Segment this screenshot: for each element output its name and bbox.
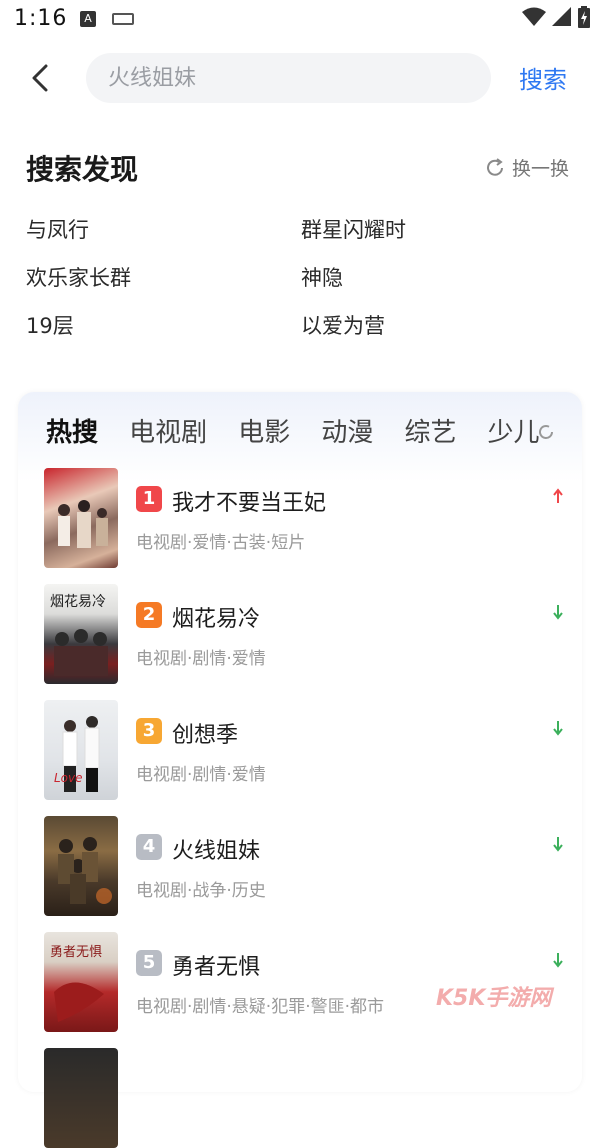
trend-down-icon	[553, 837, 563, 852]
loading-icon	[539, 425, 553, 439]
show-tags: 电视剧·爱情·古装·短片	[136, 533, 306, 553]
poster-image	[44, 816, 118, 916]
hot-list-item[interactable]: 1 我才不要当王妃 电视剧·爱情·古装·短片	[44, 468, 564, 568]
rank-badge: 3	[136, 718, 162, 744]
rank-badge: 4	[136, 834, 162, 860]
trend-down-icon	[553, 605, 563, 620]
discovery-item[interactable]: 以爱为营	[301, 310, 385, 340]
show-title: 创想季	[172, 723, 239, 748]
watermark-logo: K5K手游网	[436, 986, 552, 1011]
show-tags: 电视剧·战争·历史	[136, 881, 266, 901]
rank-badge: 1	[136, 486, 162, 512]
svg-text:Love: Love	[54, 771, 83, 785]
chevron-left-icon	[32, 64, 48, 92]
battery-icon	[578, 6, 590, 28]
hot-list-item[interactable]: 4 火线姐妹 电视剧·战争·历史	[44, 816, 564, 916]
tab-hot[interactable]: 热搜	[46, 412, 98, 449]
svg-text:烟花易冷: 烟花易冷	[50, 594, 106, 610]
trend-down-icon	[553, 953, 563, 968]
wifi-icon	[522, 7, 546, 26]
rank-badge: 5	[136, 950, 162, 976]
status-time: 1:16	[14, 6, 68, 31]
discovery-item[interactable]: 神隐	[301, 262, 343, 292]
poster-image	[44, 1048, 118, 1148]
search-input[interactable]	[108, 53, 478, 103]
poster-image: 烟花易冷	[44, 584, 118, 684]
status-bar: 1:16 A	[0, 0, 600, 40]
back-button[interactable]	[22, 60, 58, 96]
tab-movie[interactable]: 电影	[238, 412, 290, 449]
rank-badge: 2	[136, 602, 162, 628]
discovery-item[interactable]: 欢乐家长群	[26, 262, 131, 292]
show-tags: 电视剧·剧情·爱情	[136, 649, 266, 669]
hot-list-item[interactable]: Love 3 创想季 电视剧·剧情·爱情	[44, 700, 564, 800]
search-button[interactable]: 搜索	[519, 60, 567, 95]
refresh-icon	[487, 157, 503, 176]
notification-a-icon: A	[80, 11, 96, 27]
discovery-title: 搜索发现	[26, 153, 139, 186]
search-box[interactable]	[86, 53, 491, 103]
refresh-button[interactable]: 换一换	[484, 154, 569, 181]
tab-variety[interactable]: 综艺	[404, 412, 456, 449]
tab-tv[interactable]: 电视剧	[129, 412, 207, 449]
trend-up-icon	[553, 488, 563, 503]
tab-more-button[interactable]	[536, 422, 556, 446]
show-title: 火线姐妹	[172, 839, 261, 864]
tab-kids[interactable]: 少儿	[488, 412, 540, 449]
refresh-label: 换一换	[512, 158, 570, 180]
show-title: 勇者无惧	[172, 955, 261, 980]
discovery-item[interactable]: 群星闪耀时	[301, 214, 406, 244]
hot-list-item[interactable]: 烟花易冷 2 烟花易冷 电视剧·剧情·爱情	[44, 584, 564, 684]
discovery-item[interactable]: 与凤行	[26, 214, 89, 244]
hot-list-item[interactable]	[44, 1048, 564, 1148]
keyboard-icon	[112, 13, 134, 25]
trend-down-icon	[553, 721, 563, 736]
category-tabs: 热搜 电视剧 电影 动漫 综艺 少儿	[46, 412, 542, 456]
discovery-item[interactable]: 19层	[26, 310, 74, 340]
show-title: 我才不要当王妃	[172, 491, 327, 516]
svg-text:勇者无惧: 勇者无惧	[50, 944, 102, 960]
poster-image: Love	[44, 700, 118, 800]
show-tags: 电视剧·剧情·悬疑·犯罪·警匪·都市	[136, 997, 385, 1017]
poster-image	[44, 468, 118, 568]
signal-icon	[552, 7, 571, 26]
tab-anime[interactable]: 动漫	[321, 412, 373, 449]
show-title: 烟花易冷	[172, 607, 261, 632]
show-tags: 电视剧·剧情·爱情	[136, 765, 266, 785]
status-icons	[522, 6, 590, 28]
poster-image: 勇者无惧	[44, 932, 118, 1032]
